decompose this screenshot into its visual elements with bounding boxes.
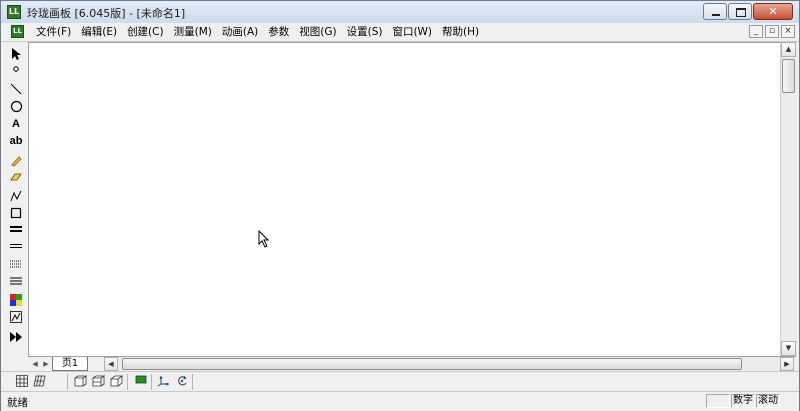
axes-icon [157,376,169,387]
polyline-tool[interactable] [5,188,27,205]
toolbar-separator [127,374,128,390]
thick-line-tool[interactable] [5,222,27,239]
caption-buttons [702,3,793,20]
rotate-icon [177,376,186,386]
scroll-right-icon[interactable]: ▶ [780,357,794,371]
scroll-left-icon[interactable]: ◀ [104,357,118,371]
status-num-lock: 数字 [731,394,755,408]
toolbar-separator [192,374,193,390]
menu-animation[interactable]: 动画(A) [217,25,263,39]
skew-grid-button[interactable] [31,374,48,389]
axes-button[interactable] [155,374,172,389]
drawing-canvas[interactable] [28,42,781,357]
select-arrow-icon [12,48,21,60]
function-graph-tool[interactable] [5,309,27,326]
select-arrow-tool[interactable] [5,46,27,63]
menu-measure[interactable]: 测量(M) [169,25,217,39]
label-tool[interactable]: ab [5,133,27,150]
line-style-icon [10,277,22,285]
thin-line-tool[interactable] [5,239,27,256]
dotted-line-tool[interactable] [5,257,27,274]
status-text: 就绪 [7,397,28,409]
vertical-scrollbar[interactable]: ▲ ▼ [780,42,797,356]
menu-parameters[interactable]: 参数 [263,25,294,39]
line-style-tool[interactable] [5,274,27,291]
thick-line-icon [10,226,22,232]
bottom-toolbar [1,371,799,392]
3d-view-top-button[interactable] [108,374,125,389]
menu-view[interactable]: 视图(G) [294,25,341,39]
function-graph-icon [10,311,22,323]
circle-tool[interactable] [5,98,27,115]
cube-top-icon [110,375,123,387]
mouse-cursor-icon [258,230,270,248]
title-bar[interactable]: LL 玲珑画板 [6.045版] - [未命名1] [1,1,799,24]
grid-icon [15,375,28,387]
rectangle-icon [10,207,22,219]
app-window: LL 玲珑画板 [6.045版] - [未命名1] LL 文件(F) 编辑(E)… [0,0,800,411]
maximize-button[interactable] [728,3,752,20]
vertical-scroll-thumb[interactable] [782,59,795,93]
horizontal-scrollbar[interactable]: ◀ ▶ [104,357,794,371]
toolbar-separator [151,374,152,390]
doc-restore-button[interactable]: ▫ [765,25,779,38]
app-icon[interactable]: LL [7,5,21,19]
minimize-button[interactable] [703,3,727,20]
menu-create[interactable]: 创建(C) [122,25,169,39]
scroll-down-icon[interactable]: ▼ [781,341,796,356]
polyline-icon [10,190,22,202]
3d-view-side-button[interactable] [90,374,107,389]
line-tool[interactable] [5,81,27,98]
color-tool[interactable] [5,292,27,309]
tool-palette: A ab [5,43,27,351]
status-scroll-lock: 滚动 [756,394,780,408]
text-tool[interactable]: A [5,116,27,133]
menu-help[interactable]: 帮助(H) [437,25,484,39]
menu-settings[interactable]: 设置(S) [342,25,388,39]
circle-icon [10,100,22,113]
scroll-up-icon[interactable]: ▲ [781,42,796,57]
line-icon [10,83,22,95]
point-tool[interactable] [5,63,27,80]
pencil-icon [11,156,22,167]
close-button[interactable] [753,3,793,20]
green-fill-icon [135,375,146,384]
color-palette-icon [10,294,22,306]
eraser-tool[interactable] [5,170,27,187]
toolbar-separator [67,374,68,390]
grid-button[interactable] [13,374,30,389]
page-tab-bar: ◀ ▶ 页1 ◀ ▶ [28,356,796,372]
window-title: 玲珑画板 [6.045版] - [未命名1] [27,7,186,20]
3d-view-front-button[interactable] [72,374,89,389]
rectangle-tool[interactable] [5,205,27,222]
doc-close-button[interactable]: × [781,25,795,38]
skew-grid-icon [33,375,46,387]
menu-bar: LL 文件(F) 编辑(E) 创建(C) 测量(M) 动画(A) 参数 视图(G… [1,23,799,42]
menu-edit[interactable]: 编辑(E) [76,25,122,39]
cube-front-icon [74,375,87,387]
fast-forward-icon [10,332,22,342]
doc-minimize-button[interactable]: _ [749,25,763,38]
pencil-tool[interactable] [5,153,27,170]
horizontal-scroll-thumb[interactable] [122,358,742,370]
next-page-icon[interactable]: ▶ [40,358,52,370]
dotted-line-icon [10,260,22,268]
status-bar: 就绪 数字 滚动 [1,391,799,411]
rotate-button[interactable] [173,374,190,389]
cube-side-icon [92,375,105,387]
point-icon [13,66,19,72]
document-icon[interactable]: LL [11,25,24,38]
play-animation-tool[interactable] [5,330,27,347]
page-tab-1[interactable]: 页1 [52,357,88,371]
color-fill-button[interactable] [132,374,149,389]
thin-line-icon [10,244,22,248]
status-panel-caps [706,394,730,408]
menu-file[interactable]: 文件(F) [31,25,76,39]
menu-window[interactable]: 窗口(W) [387,25,437,39]
eraser-icon [10,173,22,181]
